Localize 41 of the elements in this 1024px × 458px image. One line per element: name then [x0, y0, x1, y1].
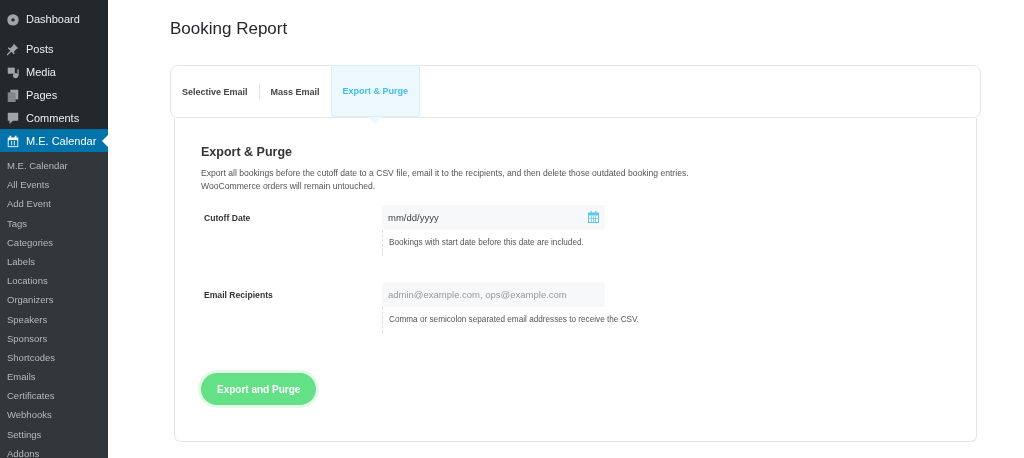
submenu-item[interactable]: All Events [0, 175, 108, 195]
pin-icon [6, 41, 20, 56]
submenu-item[interactable]: Certificates [0, 386, 108, 406]
sidebar-item[interactable]: Comments [0, 106, 108, 129]
field-label: Email Recipients [203, 289, 274, 302]
page-title: Booking Report [170, 18, 289, 40]
submenu-item[interactable]: Webhooks [0, 405, 108, 425]
description-text: WooCommerce orders will remain untouched. [201, 180, 377, 193]
submenu-item[interactable]: Emails [0, 367, 108, 387]
sidebar-item[interactable]: Posts [0, 37, 108, 60]
description-text: Export all bookings before the cutoff date to a CSV file, email it to the recipients, and then delete those outdated booking entries. [201, 167, 690, 180]
pointer-icon [368, 117, 383, 124]
submenu-item[interactable]: Add Event [0, 194, 108, 214]
dashboard-icon [6, 11, 20, 26]
sidebar-item[interactable]: Pages [0, 83, 108, 106]
submenu-item[interactable]: Categories [0, 232, 108, 252]
submenu-item[interactable]: Labels [0, 251, 108, 272]
section-heading: Export & Purge [201, 145, 293, 159]
submenu-item[interactable]: Organizers [0, 290, 108, 310]
calendar-icon[interactable] [588, 211, 599, 223]
date-field[interactable]: mm/dd/yyyy [382, 205, 605, 230]
sidebar-item[interactable]: Dashboard [0, 7, 108, 30]
submenu-item[interactable]: Addons [0, 443, 108, 458]
field-label: Cutoff Date [203, 212, 252, 225]
field-hint: Comma or semicolon separated email addresses to receive the CSV. [382, 307, 639, 333]
sidebar-item[interactable]: Media [0, 60, 108, 83]
tab[interactable]: Selective Email [171, 66, 259, 117]
submenu-item[interactable]: Speakers [0, 309, 108, 329]
sidebar-item[interactable]: M.E. Calendar [0, 129, 108, 152]
comment-icon [6, 110, 20, 125]
pages-icon [6, 87, 20, 102]
submenu-item[interactable]: M.E. Calendar [0, 156, 108, 176]
submenu-item[interactable]: Sponsors [0, 328, 108, 348]
submenu-item[interactable]: Locations [0, 271, 108, 291]
field-hint: Bookings with start date before this date are included. [382, 230, 605, 256]
calendar-icon [6, 133, 20, 148]
submenu-item[interactable]: Tags [0, 213, 108, 233]
submenu-item[interactable]: Settings [0, 424, 108, 444]
email-field[interactable]: admin@example.com, ops@example.com [382, 282, 605, 307]
tab[interactable]: Mass Email [259, 66, 331, 117]
submenu-item[interactable]: Shortcodes [0, 347, 108, 368]
